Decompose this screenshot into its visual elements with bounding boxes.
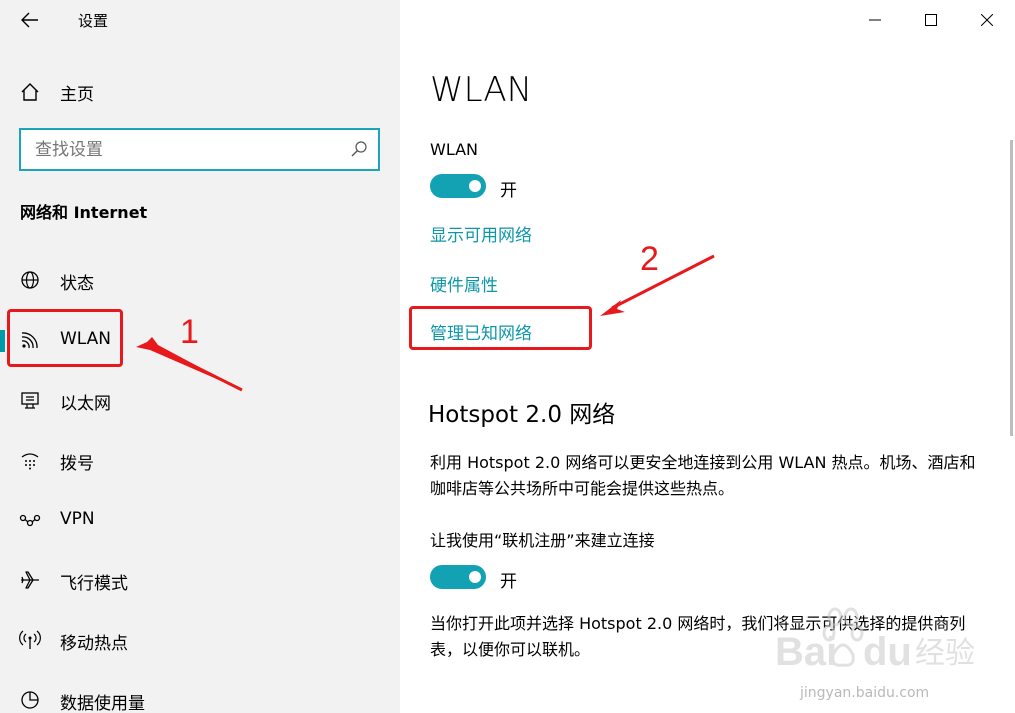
search-icon[interactable] (350, 140, 368, 158)
sidebar-item-label: 移动热点 (60, 634, 128, 654)
svg-text:Bai: Bai (775, 630, 837, 674)
vpn-icon (19, 509, 41, 531)
back-arrow-icon (21, 12, 38, 28)
app-title: 设置 (78, 12, 109, 30)
sidebar-item-hotspot[interactable]: 移动热点 (0, 610, 400, 670)
hotspot-icon (19, 629, 41, 651)
annotation-box-2 (409, 306, 592, 350)
wlan-toggle-text: 开 (500, 181, 517, 201)
signup-label: 让我使用“联机注册”来建立连接 (430, 531, 655, 550)
show-networks-link[interactable]: 显示可用网络 (430, 221, 532, 246)
sidebar-item-label: VPN (60, 509, 95, 529)
maximize-icon (925, 14, 937, 26)
home-icon (19, 81, 41, 103)
window-controls (847, 0, 1015, 40)
annotation-box-1 (7, 309, 123, 367)
sidebar-item-airplane[interactable]: 飞行模式 (0, 550, 400, 610)
search-input[interactable] (21, 130, 341, 169)
ethernet-icon (19, 389, 41, 411)
sidebar-item-vpn[interactable]: VPN (0, 490, 400, 550)
hardware-properties-link[interactable]: 硬件属性 (430, 271, 498, 296)
search-box[interactable] (19, 128, 380, 171)
page-title: WLAN (430, 70, 533, 110)
close-icon (981, 14, 993, 26)
annotation-number-2: 2 (640, 240, 659, 278)
active-indicator (0, 330, 5, 352)
wlan-label: WLAN (430, 140, 479, 159)
wlan-toggle[interactable] (430, 174, 486, 198)
sidebar-item-label: 飞行模式 (60, 574, 128, 594)
close-button[interactable] (959, 0, 1015, 40)
airplane-icon (19, 569, 41, 591)
maximize-button[interactable] (903, 0, 959, 40)
signup-toggle[interactable] (430, 565, 486, 589)
dialup-icon (19, 449, 41, 471)
hotspot-section-title: Hotspot 2.0 网络 (428, 402, 616, 428)
section-title: 网络和 Internet (20, 203, 148, 222)
minimize-icon (869, 19, 881, 21)
svg-text:经验: 经验 (915, 636, 975, 671)
sidebar-item-label: 以太网 (60, 394, 111, 414)
sidebar-item-label: 数据使用量 (60, 694, 145, 713)
sidebar-item-data-usage[interactable]: 数据使用量 (0, 670, 400, 713)
sidebar-item-label: 状态 (60, 274, 94, 294)
globe-icon (19, 269, 41, 291)
minimize-button[interactable] (847, 0, 903, 40)
data-usage-icon (19, 689, 41, 711)
sidebar-item-label: 拨号 (60, 454, 94, 474)
scrollbar-thumb[interactable] (1010, 140, 1013, 436)
sidebar-item-status[interactable]: 状态 (0, 250, 400, 310)
sidebar-item-label: 主页 (60, 84, 94, 105)
svg-text:du: du (863, 630, 912, 674)
watermark-text: jingyan.baidu.com (800, 685, 930, 701)
annotation-number-1: 1 (180, 313, 199, 351)
sidebar-item-home[interactable]: 主页 (0, 72, 400, 112)
sidebar-item-dialup[interactable]: 拨号 (0, 430, 400, 490)
sidebar-item-ethernet[interactable]: 以太网 (0, 370, 400, 430)
signup-toggle-text: 开 (500, 572, 517, 592)
hotspot-description: 利用 Hotspot 2.0 网络可以更安全地连接到公用 WLAN 热点。机场、… (430, 453, 976, 498)
back-button[interactable] (14, 6, 46, 34)
